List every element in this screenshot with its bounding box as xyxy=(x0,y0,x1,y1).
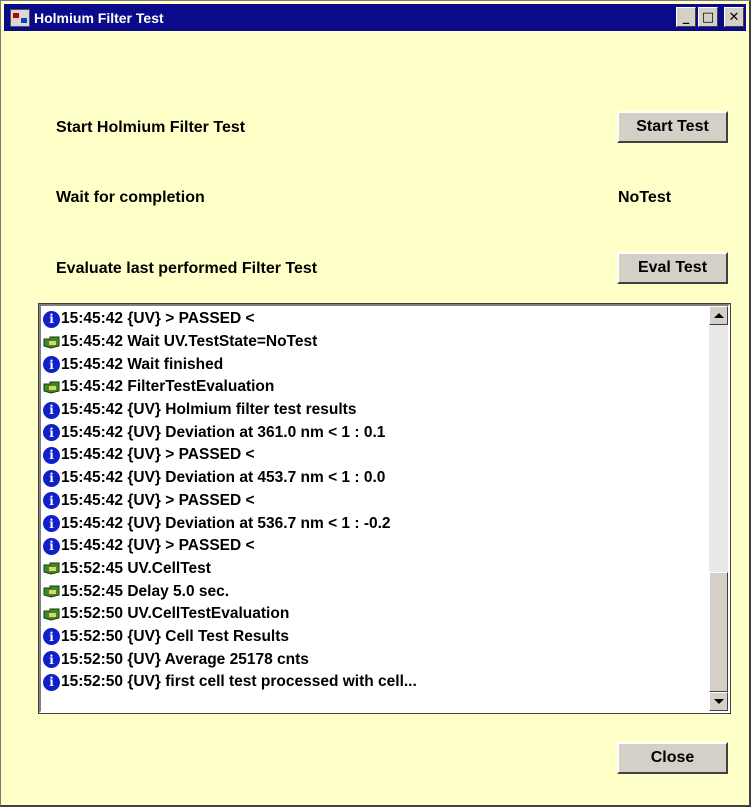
log-entry-text: 15:52:50 {UV} Average 25178 cnts xyxy=(61,650,309,668)
log-entry[interactable]: i 15:45:42 {UV} > PASSED < xyxy=(43,490,708,513)
info-icon: i xyxy=(43,492,60,510)
info-icon: i xyxy=(43,310,60,328)
scroll-up-button[interactable] xyxy=(709,306,728,325)
log-entry[interactable]: i 15:45:42 {UV} Deviation at 361.0 nm < 1… xyxy=(43,421,708,444)
log-entry[interactable]: i 15:45:42 {UV} Holmium filter test resul… xyxy=(43,399,708,422)
info-icon: i xyxy=(43,515,60,533)
log-entry-text: 15:45:42 {UV} > PASSED < xyxy=(61,446,255,464)
close-window-button[interactable]: ✕ xyxy=(724,7,744,27)
command-icon xyxy=(43,334,60,351)
close-button[interactable]: Close xyxy=(617,742,728,774)
start-test-button[interactable]: Start Test xyxy=(617,111,728,143)
info-icon: i xyxy=(43,424,60,442)
scroll-down-button[interactable] xyxy=(709,692,728,711)
log-entry-text: 15:52:45 UV.CellTest xyxy=(61,559,211,577)
log-entry-text: 15:45:42 {UV} > PASSED < xyxy=(61,537,255,555)
maximize-icon: □ xyxy=(701,9,715,25)
minimize-icon: _ xyxy=(682,9,690,25)
log-listbox[interactable]: i 15:45:42 {UV} > PASSED <15:45:42 Wait U… xyxy=(38,303,731,714)
log-entry[interactable]: i 15:45:42 {UV} Deviation at 453.7 nm < 1… xyxy=(43,467,708,490)
info-icon: i xyxy=(43,628,60,646)
log-entry[interactable]: i 15:52:50 {UV} Average 25178 cnts xyxy=(43,648,708,671)
arrow-up-icon xyxy=(714,313,724,318)
log-entry-text: 15:45:42 {UV} Deviation at 536.7 nm < 1 … xyxy=(61,514,391,532)
window-controls: _ □ ✕ xyxy=(676,7,744,27)
log-entry-text: 15:45:42 {UV} Deviation at 453.7 nm < 1 … xyxy=(61,469,386,487)
log-entry[interactable]: i 15:45:42 {UV} Deviation at 536.7 nm < 1… xyxy=(43,512,708,535)
eval-test-button[interactable]: Eval Test xyxy=(617,252,728,284)
command-icon xyxy=(43,606,60,623)
info-icon: i xyxy=(43,537,60,555)
log-entry[interactable]: i 15:45:42 {UV} > PASSED < xyxy=(43,308,708,331)
log-entry-text: 15:52:45 Delay 5.0 sec. xyxy=(61,582,230,600)
log-entry[interactable]: i 15:52:50 {UV} first cell test processed… xyxy=(43,671,708,694)
log-entry-text: 15:45:42 {UV} > PASSED < xyxy=(61,310,255,328)
log-entry-text: 15:45:42 {UV} Deviation at 361.0 nm < 1 … xyxy=(61,423,386,441)
wait-completion-label: Wait for completion xyxy=(56,189,205,206)
log-entry-text: 15:52:50 {UV} first cell test processed … xyxy=(61,673,417,691)
arrow-down-icon xyxy=(714,699,724,704)
info-icon: i xyxy=(43,469,60,487)
log-entry-text: 15:52:50 UV.CellTestEvaluation xyxy=(61,605,290,623)
start-test-label: Start Holmium Filter Test xyxy=(56,119,246,136)
maximize-button[interactable]: □ xyxy=(698,7,718,27)
log-entry-text: 15:45:42 {UV} Holmium filter test result… xyxy=(61,401,357,419)
info-icon: i xyxy=(43,446,60,464)
log-entry[interactable]: 15:52:45 UV.CellTest xyxy=(43,558,708,581)
command-icon xyxy=(43,583,60,600)
log-entries: i 15:45:42 {UV} > PASSED <15:45:42 Wait U… xyxy=(43,308,708,711)
scroll-thumb[interactable] xyxy=(709,572,728,692)
log-entry-text: 15:45:42 Wait finished xyxy=(61,355,224,373)
eval-test-label: Evaluate last performed Filter Test xyxy=(56,260,318,277)
holmium-filter-test-window: Holmium Filter Test _ □ ✕ Start Holmium … xyxy=(0,0,751,807)
log-entry-text: 15:52:50 {UV} Cell Test Results xyxy=(61,627,290,645)
log-scrollbar[interactable] xyxy=(709,306,728,711)
info-icon: i xyxy=(43,673,60,691)
info-icon: i xyxy=(43,401,60,419)
log-entry[interactable]: i 15:45:42 {UV} > PASSED < xyxy=(43,444,708,467)
command-icon xyxy=(43,379,60,396)
log-entry[interactable]: i 15:45:42 Wait finished xyxy=(43,353,708,376)
command-icon xyxy=(43,560,60,577)
window-title: Holmium Filter Test xyxy=(34,9,164,26)
log-entry-text: 15:45:42 Wait UV.TestState=NoTest xyxy=(61,333,318,351)
title-bar[interactable]: Holmium Filter Test _ □ ✕ xyxy=(4,4,746,31)
log-entry-text: 15:45:42 FilterTestEvaluation xyxy=(61,378,275,396)
log-entry[interactable]: 15:45:42 Wait UV.TestState=NoTest xyxy=(43,331,708,354)
log-entry[interactable]: 15:52:45 Delay 5.0 sec. xyxy=(43,580,708,603)
test-state-status: NoTest xyxy=(618,189,672,206)
log-entry[interactable]: 15:45:42 FilterTestEvaluation xyxy=(43,376,708,399)
minimize-button[interactable]: _ xyxy=(676,7,696,27)
log-entry[interactable]: i 15:52:50 {UV} Cell Test Results xyxy=(43,626,708,649)
log-entry[interactable]: i 15:45:42 {UV} > PASSED < xyxy=(43,535,708,558)
log-entry-text: 15:45:42 {UV} > PASSED < xyxy=(61,491,255,509)
app-icon xyxy=(10,8,30,27)
log-entry[interactable]: 15:52:50 UV.CellTestEvaluation xyxy=(43,603,708,626)
info-icon: i xyxy=(43,651,60,669)
close-icon: ✕ xyxy=(728,9,740,25)
info-icon: i xyxy=(43,356,60,374)
